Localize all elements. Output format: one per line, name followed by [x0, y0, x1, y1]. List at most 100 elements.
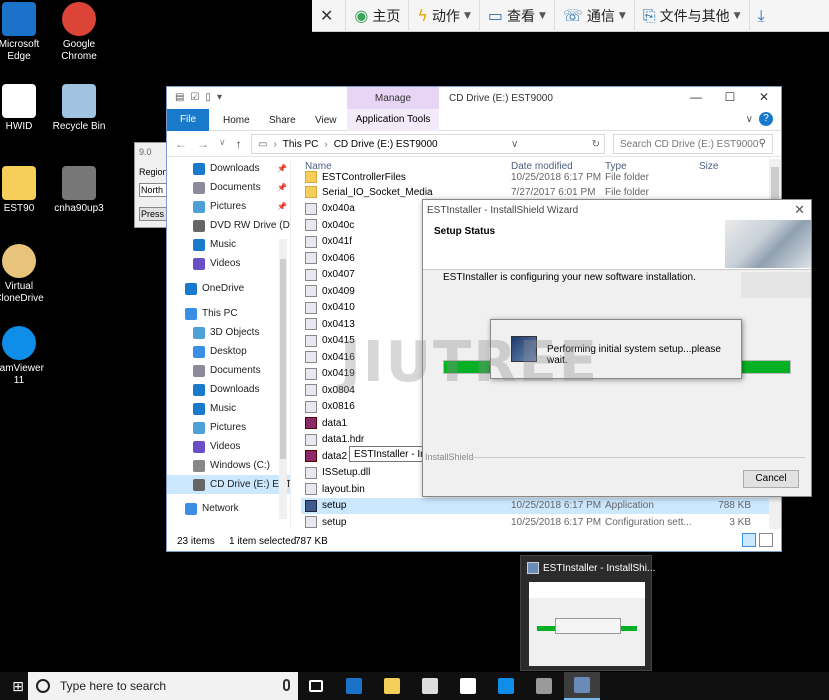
toolbar-comm-label: 通信 — [586, 8, 615, 25]
taskbar-app[interactable] — [526, 672, 562, 700]
mail-icon — [460, 678, 476, 694]
nav-item[interactable]: Pictures 📌 — [167, 197, 290, 216]
nav-item[interactable]: Videos — [167, 254, 290, 273]
window-title: CD Drive (E:) EST9000 — [449, 93, 553, 104]
details-view-button[interactable] — [742, 533, 756, 547]
region-press-button[interactable]: Press — [139, 207, 169, 221]
view-toggle — [742, 533, 773, 547]
nav-item[interactable]: CD Drive (E:) EST — [167, 475, 290, 494]
nav-item[interactable]: Documents — [167, 361, 290, 380]
toolbar-comm-button[interactable]: ☏ 通信 ▼ — [555, 0, 635, 32]
nav-scrollbar-thumb[interactable] — [280, 259, 286, 459]
file-icon — [305, 516, 317, 529]
cancel-button[interactable]: Cancel — [743, 470, 799, 488]
nav-item[interactable]: Pictures — [167, 418, 290, 437]
nav-item[interactable]: Windows (C:) — [167, 456, 290, 475]
desktop-icon[interactable]: HWID — [0, 84, 46, 133]
tab-share[interactable]: Share — [269, 115, 296, 126]
taskbar-app[interactable] — [336, 672, 372, 700]
desktop-icon[interactable]: EST90 — [0, 166, 46, 215]
help-icon[interactable]: ? — [759, 112, 773, 126]
region-select[interactable]: North — [139, 183, 169, 197]
nav-item-label: 3D Objects — [210, 327, 260, 338]
file-name: 0x041f — [322, 236, 353, 248]
nav-item-label: Network — [202, 503, 239, 514]
nav-item[interactable]: Music — [167, 399, 290, 418]
toolbar-actions-button[interactable]: ϟ 动作 ▼ — [409, 0, 480, 32]
toolbar-home-button[interactable]: ◉ 主页 — [346, 0, 410, 32]
desktop-icon[interactable]: Microsoft Edge — [0, 2, 46, 63]
nav-item[interactable]: Downloads 📌 — [167, 159, 290, 178]
forward-icon[interactable]: → — [197, 137, 209, 151]
taskbar-app[interactable] — [450, 672, 486, 700]
nav-item[interactable]: DVD RW Drive (D — [167, 216, 290, 235]
file-icon — [305, 384, 317, 397]
ribbon: File Home Share View Application Tools ∨… — [167, 109, 781, 131]
desktop-icon[interactable]: Google Chrome — [52, 2, 106, 63]
back-icon[interactable]: ← — [175, 137, 187, 151]
nav-item[interactable]: Desktop — [167, 342, 290, 361]
file-row[interactable]: setup 10/25/2018 6:17 PM Application 788 KB — [301, 497, 771, 514]
nav-item[interactable]: Videos — [167, 437, 290, 456]
nav-item[interactable]: OneDrive — [167, 279, 290, 298]
up-icon[interactable]: ↑ — [236, 137, 242, 151]
breadcrumb-drive[interactable]: CD Drive (E:) EST9000 — [334, 139, 438, 150]
microphone-icon[interactable] — [283, 679, 290, 691]
taskbar-app[interactable] — [488, 672, 524, 700]
desktop-icon[interactable]: Recycle Bin — [52, 84, 106, 133]
nav-item[interactable]: Network — [167, 499, 290, 518]
file-name: setup — [322, 500, 347, 512]
search-input[interactable]: Search CD Drive (E:) EST9000 ⚲ — [613, 134, 773, 154]
desktop-icon[interactable]: eamViewer11 — [0, 326, 46, 387]
address-dropdown-icon[interactable]: ∨ — [511, 139, 518, 150]
recent-dropdown-icon[interactable]: ∨ — [219, 137, 226, 151]
toolbar-download-button[interactable]: ⤓ — [750, 0, 777, 32]
desktop-icon[interactable]: VirtualCloneDrive — [0, 244, 46, 305]
address-bar[interactable]: ▭ › This PC › CD Drive (E:) EST9000 ∨ ↻ — [251, 134, 605, 154]
item-count: 23 items — [177, 536, 215, 547]
nav-item[interactable]: Documents 📌 — [167, 178, 290, 197]
nav-scrollbar[interactable] — [279, 239, 287, 519]
close-icon[interactable]: ✕ — [794, 202, 805, 218]
file-type: File folder — [605, 171, 649, 183]
taskbar-app[interactable] — [412, 672, 448, 700]
properties-icon[interactable]: ▤ — [175, 92, 184, 103]
large-icons-view-button[interactable] — [759, 533, 773, 547]
nav-item[interactable]: Downloads — [167, 380, 290, 399]
ribbon-expand-icon[interactable]: ∨ — [746, 114, 753, 125]
qat-dropdown-icon[interactable]: ▾ — [217, 92, 222, 103]
refresh-icon[interactable]: ↻ — [592, 139, 600, 150]
toolbar-files-button[interactable]: ⎘ 文件与其他 ▼ — [635, 0, 750, 32]
tab-manage[interactable]: Manage — [347, 87, 439, 109]
toolbar-close-button[interactable]: ✕ — [312, 0, 347, 32]
taskbar-app[interactable] — [298, 672, 334, 700]
taskbar-search[interactable]: Type here to search — [28, 672, 298, 700]
file-name: 0x0406 — [322, 252, 355, 264]
nav-item[interactable]: 3D Objects — [167, 323, 290, 342]
checkmark-icon[interactable]: ☑ — [190, 92, 199, 103]
onedrive-icon — [185, 282, 197, 295]
tab-file[interactable]: File — [167, 109, 209, 131]
music-icon — [193, 238, 205, 251]
tab-view[interactable]: View — [315, 115, 337, 126]
close-button[interactable]: ✕ — [747, 87, 781, 109]
nav-item[interactable]: Music — [167, 235, 290, 254]
minimize-button[interactable]: — — [679, 87, 713, 109]
recycle-bin-icon — [62, 84, 96, 118]
new-folder-icon[interactable]: ▯ — [205, 92, 211, 103]
breadcrumb-this-pc[interactable]: This PC — [283, 139, 319, 150]
nav-item[interactable]: This PC — [167, 304, 290, 323]
toolbar-view-button[interactable]: ▭ 查看 ▼ — [480, 0, 555, 32]
maximize-button[interactable]: ☐ — [713, 87, 747, 109]
file-name: 0x0410 — [322, 302, 355, 314]
toolbar-actions-label: 动作 — [431, 8, 460, 25]
desktop-icon[interactable]: cnha90up3 — [52, 166, 106, 215]
wizard-titlebar: ESTInstaller - InstallShield Wizard ✕ — [423, 200, 811, 220]
tab-application-tools[interactable]: Application Tools — [347, 109, 439, 131]
taskbar-thumbnail[interactable]: ESTInstaller - InstallShi... — [520, 555, 655, 671]
desktop-icon-label: Google — [62, 39, 96, 50]
taskbar-app[interactable] — [564, 672, 600, 700]
file-row[interactable]: setup 10/25/2018 6:17 PM Configuration set… — [301, 514, 771, 529]
tab-home[interactable]: Home — [223, 115, 250, 126]
taskbar-app[interactable] — [374, 672, 410, 700]
